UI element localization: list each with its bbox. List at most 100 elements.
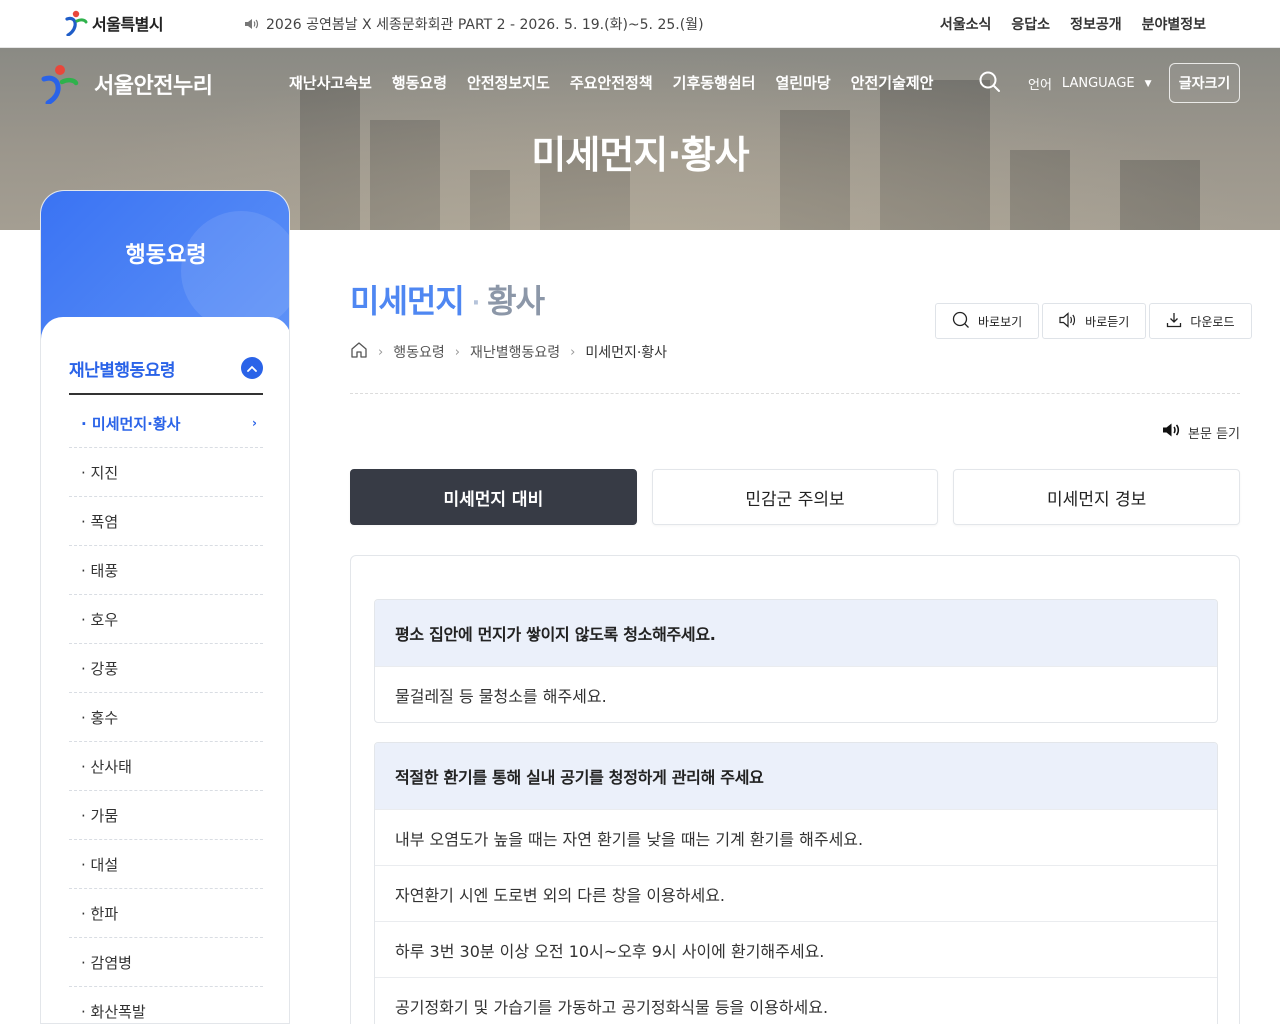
sidebar-item-flood[interactable]: · 홍수	[69, 693, 263, 742]
seoul-city-logo[interactable]: 서울특별시	[64, 10, 164, 37]
language-label: 언어	[1028, 78, 1052, 93]
chevron-right-icon: ›	[252, 416, 257, 430]
seoul-logo-icon	[64, 10, 88, 37]
utility-bar: 서울특별시 2026 공연봄날 X 세종문화회관 PART 2 - 2026. …	[0, 0, 1280, 48]
speaker-icon	[1162, 422, 1182, 442]
quick-view-label: 바로보기	[978, 314, 1023, 329]
tab-sensitive-advisory[interactable]: 민감군 주의보	[651, 469, 939, 525]
gnb-item-climate-shelter[interactable]: 기후동행쉼터	[673, 72, 756, 93]
listen-content-label: 본문 듣기	[1188, 426, 1240, 442]
sidebar-item-label: · 지진	[81, 463, 119, 482]
language-selector[interactable]: 언어 LANGUAGE ▼	[1028, 74, 1152, 93]
chevron-up-icon[interactable]	[241, 357, 263, 379]
brand-logo-icon	[40, 64, 80, 106]
sidebar-item-label: · 한파	[81, 904, 119, 923]
sidebar-group-disaster-guide[interactable]: 재난별행동요령	[69, 343, 263, 395]
sidebar-item-label: · 태풍	[81, 561, 119, 580]
page-tools: 바로보기 바로듣기 다운로드	[935, 303, 1252, 339]
sidebar-body: 재난별행동요령 · 미세먼지·황사 › · 지진 · 폭염 · 태풍 · 호우 …	[41, 317, 289, 1023]
sidebar-item-typhoon[interactable]: · 태풍	[69, 546, 263, 595]
sidebar-item-label: · 강풍	[81, 659, 119, 678]
sidebar-item-label: · 산사태	[81, 757, 132, 776]
sidebar-item-heavy-snow[interactable]: · 대설	[69, 840, 263, 889]
sidebar-item-landslide[interactable]: · 산사태	[69, 742, 263, 791]
download-button[interactable]: 다운로드	[1149, 303, 1252, 339]
breadcrumb-disaster-guide[interactable]: 재난별행동요령	[470, 342, 560, 362]
breadcrumb: › 행동요령 › 재난별행동요령 › 미세먼지·황사	[350, 341, 667, 363]
chevron-right-icon: ›	[454, 344, 460, 360]
tab-fine-dust-warning[interactable]: 미세먼지 경보	[953, 469, 1241, 525]
font-size-button[interactable]: 글자크기	[1169, 63, 1240, 103]
sidebar-title: 행동요령	[125, 243, 207, 268]
sidebar-decoration	[181, 211, 289, 331]
sidebar-item-label: · 가뭄	[81, 806, 119, 825]
speaker-icon	[1059, 311, 1077, 331]
quick-listen-button[interactable]: 바로듣기	[1042, 303, 1147, 339]
speaker-icon	[244, 17, 260, 31]
search-icon[interactable]	[978, 70, 1002, 94]
gnb-item-open-forum[interactable]: 열린마당	[775, 72, 830, 93]
page-title-separator: ·	[471, 290, 480, 316]
sidebar-item-earthquake[interactable]: · 지진	[69, 448, 263, 497]
util-link-field-info[interactable]: 분야별정보	[1142, 14, 1206, 34]
page-title-secondary: 황사	[487, 282, 545, 320]
sidebar-item-label: · 대설	[81, 855, 119, 874]
divider	[350, 393, 1240, 394]
home-icon[interactable]	[350, 341, 368, 363]
tab-fine-dust-prep[interactable]: 미세먼지 대비	[350, 469, 637, 525]
tab-panel: 평소 집안에 먼지가 쌓이지 않도록 청소해주세요. 물걸레질 등 물청소를 해…	[350, 555, 1240, 1024]
sidebar: 행동요령 재난별행동요령 · 미세먼지·황사 › · 지진 · 폭염 · 태풍 …	[40, 190, 290, 1024]
hero-title: 미세먼지·황사	[531, 133, 749, 177]
guide-card-title: 평소 집안에 먼지가 쌓이지 않도록 청소해주세요.	[375, 600, 1217, 666]
page-title: 미세먼지 · 황사	[350, 276, 545, 322]
sidebar-item-epidemic[interactable]: · 감염병	[69, 938, 263, 987]
sidebar-item-heatwave[interactable]: · 폭염	[69, 497, 263, 546]
utility-links: 서울소식 응답소 정보공개 분야별정보	[940, 14, 1206, 34]
sidebar-item-label: · 미세먼지·황사	[81, 414, 181, 433]
sidebar-item-label: · 폭염	[81, 512, 119, 531]
brand-name: 서울안전누리	[94, 74, 213, 99]
notice-text: 2026 공연봄날 X 세종문화회관 PART 2 - 2026. 5. 19.…	[266, 17, 704, 33]
breadcrumb-action-guide[interactable]: 행동요령	[393, 342, 445, 362]
util-link-disclosure[interactable]: 정보공개	[1070, 14, 1122, 34]
site-brand[interactable]: 서울안전누리	[40, 64, 213, 106]
chevron-right-icon: ›	[570, 344, 576, 360]
page-title-primary: 미세먼지	[350, 282, 465, 320]
guide-card: 적절한 환기를 통해 실내 공기를 청정하게 관리해 주세요 내부 오염도가 높…	[374, 742, 1218, 1024]
sidebar-item-volcano[interactable]: · 화산폭발	[69, 987, 263, 1023]
breadcrumb-current: 미세먼지·황사	[585, 345, 668, 361]
language-value: LANGUAGE	[1061, 76, 1135, 91]
gnb-item-safety-map[interactable]: 안전정보지도	[467, 72, 550, 93]
notice-ticker[interactable]: 2026 공연봄날 X 세종문화회관 PART 2 - 2026. 5. 19.…	[244, 14, 704, 34]
sidebar-item-label: · 감염병	[81, 953, 132, 972]
listen-content-button[interactable]: 본문 듣기	[1162, 422, 1240, 442]
sidebar-item-label: · 화산폭발	[81, 1002, 146, 1021]
chevron-right-icon: ›	[378, 344, 384, 360]
caret-down-icon: ▼	[1144, 78, 1152, 89]
sidebar-item-label: · 호우	[81, 610, 119, 629]
gnb-item-tech-proposal[interactable]: 안전기술제안	[851, 72, 934, 93]
guide-card-item: 공기정화기 및 가습기를 가동하고 공기정화식물 등을 이용하세요.	[375, 977, 1217, 1024]
global-nav: 재난사고속보 행동요령 안전정보지도 주요안전정책 기후동행쉼터 열린마당 안전…	[289, 72, 933, 93]
sidebar-menu: · 미세먼지·황사 › · 지진 · 폭염 · 태풍 · 호우 · 강풍 · 홍…	[69, 399, 263, 1023]
seoul-logo-text: 서울특별시	[92, 15, 164, 34]
sidebar-item-drought[interactable]: · 가뭄	[69, 791, 263, 840]
guide-card: 평소 집안에 먼지가 쌓이지 않도록 청소해주세요. 물걸레질 등 물청소를 해…	[374, 599, 1218, 723]
guide-card-item: 물걸레질 등 물청소를 해주세요.	[375, 666, 1217, 722]
sidebar-item-label: · 홍수	[81, 708, 119, 727]
gnb-item-action-guide[interactable]: 행동요령	[392, 72, 447, 93]
guide-card-title: 적절한 환기를 통해 실내 공기를 청정하게 관리해 주세요	[375, 743, 1217, 809]
gnb-item-safety-policy[interactable]: 주요안전정책	[570, 72, 653, 93]
gnb-item-disaster-news[interactable]: 재난사고속보	[289, 72, 372, 93]
download-icon	[1166, 312, 1182, 331]
sidebar-item-strong-wind[interactable]: · 강풍	[69, 644, 263, 693]
guide-card-item: 내부 오염도가 높을 때는 자연 환기를 낮을 때는 기계 환기를 해주세요.	[375, 809, 1217, 865]
sidebar-item-cold-wave[interactable]: · 한파	[69, 889, 263, 938]
sidebar-item-heavy-rain[interactable]: · 호우	[69, 595, 263, 644]
guide-card-item: 하루 3번 30분 이상 오전 10시~오후 9시 사이에 환기해주세요.	[375, 921, 1217, 977]
guide-card-item: 자연환기 시엔 도로변 외의 다른 창을 이용하세요.	[375, 865, 1217, 921]
quick-view-button[interactable]: 바로보기	[935, 303, 1040, 339]
util-link-news[interactable]: 서울소식	[940, 14, 992, 34]
sidebar-item-fine-dust[interactable]: · 미세먼지·황사 ›	[69, 399, 263, 448]
util-link-eungdapso[interactable]: 응답소	[1011, 14, 1050, 34]
